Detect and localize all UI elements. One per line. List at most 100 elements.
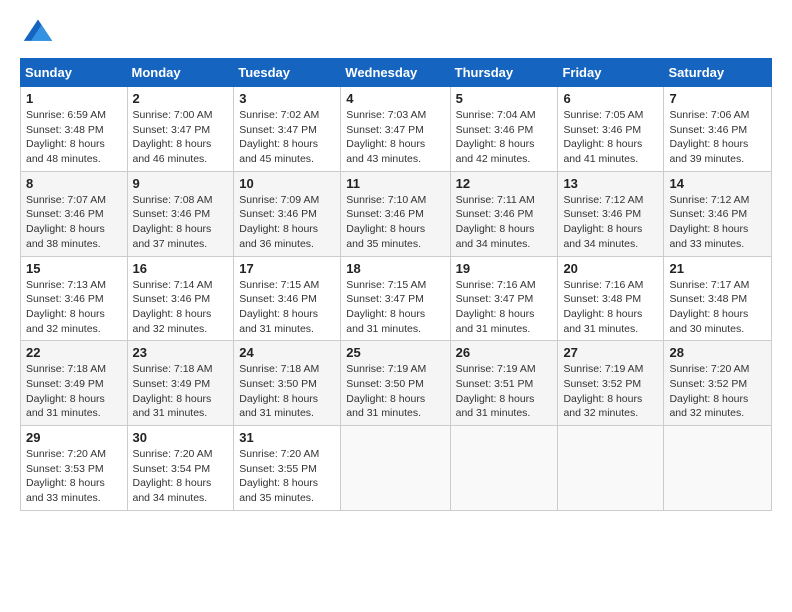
day-detail: Sunrise: 7:09 AMSunset: 3:46 PMDaylight:… [239,194,319,250]
calendar-cell: 17 Sunrise: 7:15 AMSunset: 3:46 PMDaylig… [234,256,341,341]
day-number: 10 [239,176,335,191]
day-detail: Sunrise: 7:15 AMSunset: 3:46 PMDaylight:… [239,279,319,335]
calendar-cell: 19 Sunrise: 7:16 AMSunset: 3:47 PMDaylig… [450,256,558,341]
calendar-cell: 6 Sunrise: 7:05 AMSunset: 3:46 PMDayligh… [558,87,664,172]
calendar-cell: 1 Sunrise: 6:59 AMSunset: 3:48 PMDayligh… [21,87,128,172]
calendar-cell: 26 Sunrise: 7:19 AMSunset: 3:51 PMDaylig… [450,341,558,426]
calendar-cell: 8 Sunrise: 7:07 AMSunset: 3:46 PMDayligh… [21,171,128,256]
day-number: 26 [456,345,553,360]
calendar-cell: 24 Sunrise: 7:18 AMSunset: 3:50 PMDaylig… [234,341,341,426]
calendar-cell: 20 Sunrise: 7:16 AMSunset: 3:48 PMDaylig… [558,256,664,341]
day-number: 30 [133,430,229,445]
calendar-week-row: 8 Sunrise: 7:07 AMSunset: 3:46 PMDayligh… [21,171,772,256]
day-detail: Sunrise: 7:02 AMSunset: 3:47 PMDaylight:… [239,109,319,165]
day-detail: Sunrise: 7:19 AMSunset: 3:52 PMDaylight:… [563,363,643,419]
day-number: 13 [563,176,658,191]
calendar-cell: 16 Sunrise: 7:14 AMSunset: 3:46 PMDaylig… [127,256,234,341]
calendar-cell: 30 Sunrise: 7:20 AMSunset: 3:54 PMDaylig… [127,426,234,511]
day-detail: Sunrise: 7:19 AMSunset: 3:51 PMDaylight:… [456,363,536,419]
day-detail: Sunrise: 7:08 AMSunset: 3:46 PMDaylight:… [133,194,213,250]
calendar-header-row: SundayMondayTuesdayWednesdayThursdayFrid… [21,59,772,87]
day-number: 22 [26,345,122,360]
day-number: 2 [133,91,229,106]
calendar-cell: 11 Sunrise: 7:10 AMSunset: 3:46 PMDaylig… [341,171,450,256]
calendar-cell: 3 Sunrise: 7:02 AMSunset: 3:47 PMDayligh… [234,87,341,172]
day-number: 17 [239,261,335,276]
day-detail: Sunrise: 7:18 AMSunset: 3:49 PMDaylight:… [133,363,213,419]
calendar-day-header: Saturday [664,59,772,87]
logo [20,16,54,48]
day-number: 18 [346,261,444,276]
calendar-cell [450,426,558,511]
day-detail: Sunrise: 7:15 AMSunset: 3:47 PMDaylight:… [346,279,426,335]
day-detail: Sunrise: 7:07 AMSunset: 3:46 PMDaylight:… [26,194,106,250]
calendar-cell [664,426,772,511]
day-number: 25 [346,345,444,360]
calendar-cell [341,426,450,511]
calendar-day-header: Tuesday [234,59,341,87]
calendar-cell [558,426,664,511]
day-detail: Sunrise: 7:16 AMSunset: 3:47 PMDaylight:… [456,279,536,335]
day-detail: Sunrise: 7:12 AMSunset: 3:46 PMDaylight:… [669,194,749,250]
day-detail: Sunrise: 7:04 AMSunset: 3:46 PMDaylight:… [456,109,536,165]
calendar-day-header: Thursday [450,59,558,87]
day-detail: Sunrise: 7:18 AMSunset: 3:50 PMDaylight:… [239,363,319,419]
day-detail: Sunrise: 7:12 AMSunset: 3:46 PMDaylight:… [563,194,643,250]
calendar-day-header: Sunday [21,59,128,87]
calendar-cell: 13 Sunrise: 7:12 AMSunset: 3:46 PMDaylig… [558,171,664,256]
day-detail: Sunrise: 7:14 AMSunset: 3:46 PMDaylight:… [133,279,213,335]
calendar-week-row: 22 Sunrise: 7:18 AMSunset: 3:49 PMDaylig… [21,341,772,426]
calendar-table: SundayMondayTuesdayWednesdayThursdayFrid… [20,58,772,511]
day-number: 19 [456,261,553,276]
day-detail: Sunrise: 6:59 AMSunset: 3:48 PMDaylight:… [26,109,106,165]
calendar-cell: 12 Sunrise: 7:11 AMSunset: 3:46 PMDaylig… [450,171,558,256]
calendar-cell: 9 Sunrise: 7:08 AMSunset: 3:46 PMDayligh… [127,171,234,256]
calendar-cell: 2 Sunrise: 7:00 AMSunset: 3:47 PMDayligh… [127,87,234,172]
day-detail: Sunrise: 7:00 AMSunset: 3:47 PMDaylight:… [133,109,213,165]
calendar-cell: 21 Sunrise: 7:17 AMSunset: 3:48 PMDaylig… [664,256,772,341]
calendar-day-header: Friday [558,59,664,87]
day-number: 8 [26,176,122,191]
calendar-day-header: Monday [127,59,234,87]
calendar-week-row: 1 Sunrise: 6:59 AMSunset: 3:48 PMDayligh… [21,87,772,172]
calendar-cell: 29 Sunrise: 7:20 AMSunset: 3:53 PMDaylig… [21,426,128,511]
day-detail: Sunrise: 7:20 AMSunset: 3:53 PMDaylight:… [26,448,106,504]
day-detail: Sunrise: 7:10 AMSunset: 3:46 PMDaylight:… [346,194,426,250]
day-number: 21 [669,261,766,276]
day-detail: Sunrise: 7:06 AMSunset: 3:46 PMDaylight:… [669,109,749,165]
day-number: 15 [26,261,122,276]
day-number: 27 [563,345,658,360]
calendar-cell: 23 Sunrise: 7:18 AMSunset: 3:49 PMDaylig… [127,341,234,426]
logo-icon [22,16,54,48]
calendar-cell: 14 Sunrise: 7:12 AMSunset: 3:46 PMDaylig… [664,171,772,256]
calendar-cell: 10 Sunrise: 7:09 AMSunset: 3:46 PMDaylig… [234,171,341,256]
calendar-cell: 5 Sunrise: 7:04 AMSunset: 3:46 PMDayligh… [450,87,558,172]
day-number: 28 [669,345,766,360]
day-number: 31 [239,430,335,445]
day-number: 14 [669,176,766,191]
day-number: 7 [669,91,766,106]
day-number: 9 [133,176,229,191]
calendar-cell: 18 Sunrise: 7:15 AMSunset: 3:47 PMDaylig… [341,256,450,341]
day-number: 3 [239,91,335,106]
day-detail: Sunrise: 7:05 AMSunset: 3:46 PMDaylight:… [563,109,643,165]
calendar-cell: 22 Sunrise: 7:18 AMSunset: 3:49 PMDaylig… [21,341,128,426]
day-number: 11 [346,176,444,191]
calendar-cell: 25 Sunrise: 7:19 AMSunset: 3:50 PMDaylig… [341,341,450,426]
day-number: 5 [456,91,553,106]
day-number: 24 [239,345,335,360]
calendar-cell: 4 Sunrise: 7:03 AMSunset: 3:47 PMDayligh… [341,87,450,172]
calendar-cell: 15 Sunrise: 7:13 AMSunset: 3:46 PMDaylig… [21,256,128,341]
day-number: 20 [563,261,658,276]
day-detail: Sunrise: 7:20 AMSunset: 3:55 PMDaylight:… [239,448,319,504]
day-number: 16 [133,261,229,276]
calendar-cell: 28 Sunrise: 7:20 AMSunset: 3:52 PMDaylig… [664,341,772,426]
day-number: 4 [346,91,444,106]
calendar-cell: 7 Sunrise: 7:06 AMSunset: 3:46 PMDayligh… [664,87,772,172]
calendar-cell: 31 Sunrise: 7:20 AMSunset: 3:55 PMDaylig… [234,426,341,511]
day-detail: Sunrise: 7:20 AMSunset: 3:54 PMDaylight:… [133,448,213,504]
calendar-week-row: 29 Sunrise: 7:20 AMSunset: 3:53 PMDaylig… [21,426,772,511]
day-detail: Sunrise: 7:17 AMSunset: 3:48 PMDaylight:… [669,279,749,335]
day-number: 23 [133,345,229,360]
calendar-cell: 27 Sunrise: 7:19 AMSunset: 3:52 PMDaylig… [558,341,664,426]
